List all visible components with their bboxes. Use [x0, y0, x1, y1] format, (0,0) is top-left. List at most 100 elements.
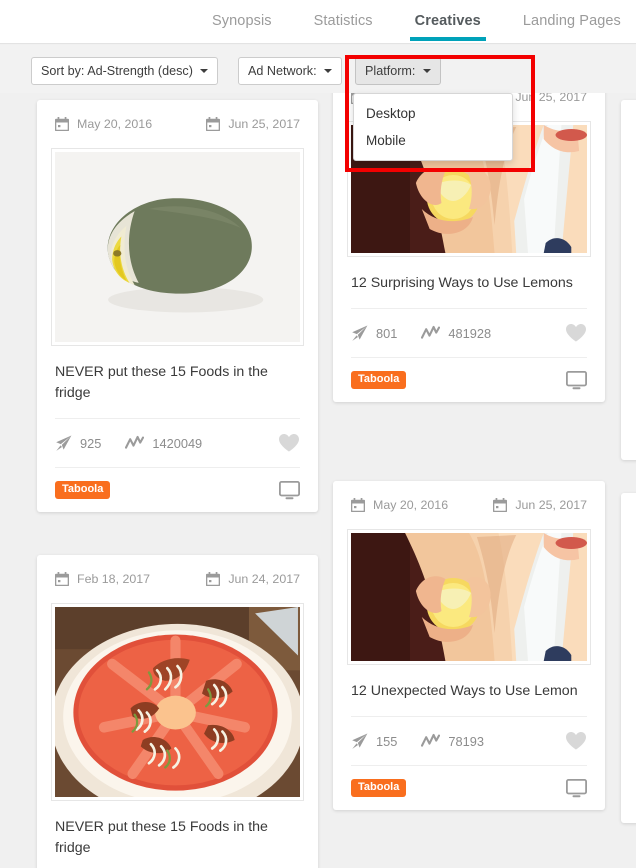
calendar-icon: [493, 498, 508, 512]
chevron-down-icon: [422, 69, 431, 73]
card-stats-row: 925 1420049: [37, 419, 318, 467]
platform-filter-button[interactable]: Platform:: [355, 57, 441, 85]
stat-impressions: 78193: [421, 733, 484, 749]
ad-network-filter-label: Ad Network:: [248, 64, 317, 78]
ad-network-filter-button[interactable]: Ad Network:: [238, 57, 343, 85]
tab-synopsis[interactable]: Synopsis: [212, 0, 272, 29]
ad-network-badge: Taboola: [351, 779, 407, 797]
creatives-page: Synopsis Statistics Creatives Landing Pa…: [0, 0, 636, 868]
creative-title[interactable]: 12 Surprising Ways to Use Lemons: [333, 257, 605, 308]
stat-impressions-value: 78193: [448, 733, 484, 749]
heart-icon[interactable]: [565, 323, 587, 343]
card-date-range: May 20, 2016 Jun 25, 2017: [37, 105, 318, 143]
card-footer: Taboola: [37, 468, 318, 512]
platform-indicator: [566, 370, 587, 390]
platform-filter-dropdown[interactable]: Desktop Mobile: [353, 93, 513, 161]
platform-indicator: [566, 778, 587, 798]
card-end-date-label: Jun 25, 2017: [515, 93, 587, 104]
creative-image-frame[interactable]: [51, 148, 304, 346]
tab-statistics-label: Statistics: [313, 13, 373, 29]
tab-statistics[interactable]: Statistics: [314, 0, 373, 29]
card-start-date: May 20, 2016: [351, 498, 448, 512]
card-end-date-label: Jun 25, 2017: [228, 117, 300, 131]
platform-option-mobile[interactable]: Mobile: [354, 127, 512, 154]
trend-line-icon: [125, 435, 145, 449]
card-end-date-label: Jun 24, 2017: [228, 572, 300, 586]
card-end-date: Jun 24, 2017: [206, 572, 300, 586]
creative-card[interactable]: Feb 18, 2017 Jun 24, 2017 NEVER put these …: [37, 555, 318, 868]
creative-card[interactable]: May 20, 2016 Jun 25, 2017 NEVER put these …: [37, 100, 318, 512]
card-end-date: Jun 25, 2017: [493, 498, 587, 512]
stat-ad-strength: 155: [351, 733, 397, 750]
creative-card[interactable]: May 20, 2016 Jun 25, 2017 12 Unexpected Wa…: [333, 481, 605, 810]
favorite-heart-button[interactable]: [278, 433, 300, 453]
desktop-monitor-icon: [566, 778, 587, 797]
rocket-icon: [352, 733, 368, 749]
favorite-heart-button[interactable]: [565, 323, 587, 343]
calendar-icon: [351, 498, 365, 512]
card-end-date-label: Jun 25, 2017: [515, 498, 587, 512]
active-tab-underline: [409, 37, 486, 41]
rocket-icon: [352, 325, 368, 341]
creative-image: [351, 533, 587, 661]
card-stats-row: 801 481928: [333, 309, 605, 357]
card-date-range: Feb 18, 2017 Jun 24, 2017: [37, 560, 318, 598]
stat-impressions-value: 481928: [448, 325, 492, 341]
tab-bar: Synopsis Statistics Creatives Landing Pa…: [0, 0, 636, 44]
trend-line-icon: [421, 325, 441, 339]
creative-image: [55, 607, 300, 797]
calendar-icon: [55, 572, 69, 586]
creative-card-partial[interactable]: [621, 100, 636, 460]
calendar-icon: [55, 117, 69, 131]
heart-icon[interactable]: [565, 731, 587, 751]
sort-by-filter-button[interactable]: Sort by: Ad-Strength (desc): [31, 57, 219, 85]
card-footer: Taboola: [333, 766, 605, 810]
creative-title[interactable]: NEVER put these 15 Foods in the fridge: [37, 346, 318, 418]
tab-creatives[interactable]: Creatives: [409, 0, 486, 41]
creative-image-frame[interactable]: [347, 529, 591, 665]
creative-image: [55, 152, 300, 342]
card-start-date: May 20, 2016: [55, 117, 152, 131]
chevron-down-icon: [324, 69, 333, 73]
rocket-icon: [56, 435, 72, 451]
card-start-date-label: May 20, 2016: [373, 498, 449, 512]
card-start-date-label: May 20, 2016: [77, 117, 153, 131]
stat-impressions-value: 1420049: [152, 435, 203, 451]
tab-synopsis-label: Synopsis: [212, 13, 272, 29]
card-stats-row: 155 78193: [333, 717, 605, 765]
ad-network-badge: Taboola: [55, 481, 111, 499]
stat-impressions: 481928: [421, 325, 491, 341]
stat-impressions: 1420049: [125, 435, 202, 451]
trend-line-icon: [421, 733, 441, 747]
card-date-range: May 20, 2016 Jun 25, 2017: [333, 486, 605, 524]
calendar-icon: [206, 572, 221, 586]
stat-ad-strength: 925: [55, 435, 101, 452]
creative-card-partial[interactable]: [621, 493, 636, 823]
creatives-card-grid: May 20, 2016 Jun 25, 2017 NEVER put these …: [0, 93, 636, 868]
desktop-monitor-icon: [279, 480, 300, 499]
stat-ad-strength-value: 801: [376, 325, 398, 341]
tab-creatives-label: Creatives: [414, 13, 481, 29]
favorite-heart-button[interactable]: [565, 731, 587, 751]
stat-ad-strength-value: 925: [80, 435, 102, 451]
stat-ad-strength-value: 155: [376, 733, 398, 749]
tab-landing-pages-label: Landing Pages: [522, 13, 621, 29]
card-start-date: Feb 18, 2017: [55, 572, 150, 586]
platform-option-desktop[interactable]: Desktop: [354, 100, 512, 127]
ad-network-badge: Taboola: [351, 371, 407, 389]
stat-ad-strength: 801: [351, 325, 397, 342]
platform-indicator: [279, 480, 300, 500]
creative-title[interactable]: 12 Unexpected Ways to Use Lemon: [333, 665, 605, 716]
chevron-down-icon: [200, 69, 209, 73]
platform-filter-label: Platform:: [365, 64, 416, 78]
tab-list: Synopsis Statistics Creatives Landing Pa…: [212, 0, 621, 44]
creative-image-frame[interactable]: [51, 603, 304, 801]
calendar-icon: [206, 117, 221, 131]
sort-by-filter-label: Sort by: Ad-Strength (desc): [41, 64, 193, 78]
card-start-date-label: Feb 18, 2017: [77, 572, 151, 586]
desktop-monitor-icon: [566, 370, 587, 389]
tab-landing-pages[interactable]: Landing Pages: [523, 0, 621, 29]
card-end-date: Jun 25, 2017: [206, 117, 300, 131]
creative-title[interactable]: NEVER put these 15 Foods in the fridge: [37, 801, 318, 868]
heart-icon[interactable]: [278, 433, 300, 453]
